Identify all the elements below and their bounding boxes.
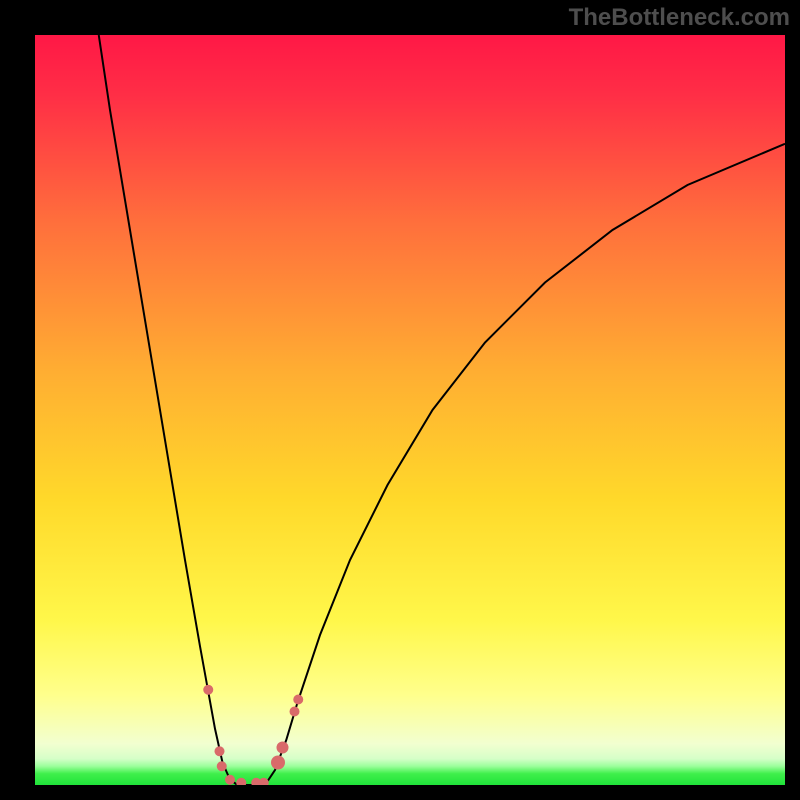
chart-frame: TheBottleneck.com (0, 0, 800, 800)
data-marker (289, 706, 299, 716)
data-marker (225, 775, 235, 785)
data-marker (293, 694, 303, 704)
data-marker (277, 742, 289, 754)
data-marker (203, 685, 213, 695)
bottleneck-curve (35, 35, 785, 785)
data-marker (214, 746, 224, 756)
data-marker (259, 778, 269, 785)
data-marker (217, 761, 227, 771)
data-marker (236, 778, 246, 785)
watermark-text: TheBottleneck.com (569, 4, 790, 32)
data-marker (271, 756, 285, 770)
